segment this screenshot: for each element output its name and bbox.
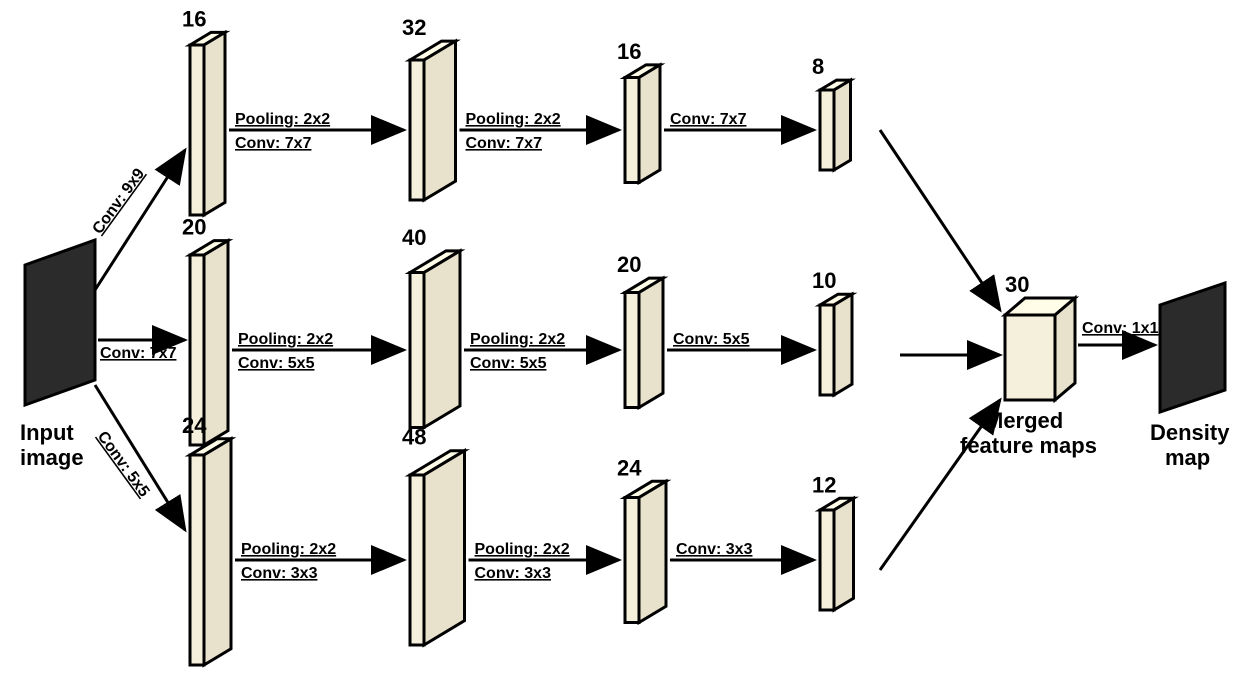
branch-middle-block-3 [820, 294, 852, 395]
init-conv-top-label: Conv: 9x9 [89, 165, 148, 237]
input-label-line1: Input [20, 420, 74, 445]
final-conv-label: Conv: 1x1 [1082, 320, 1159, 337]
branch-top-block-0 [190, 32, 225, 215]
branch-middle-op-1-l2: Conv: 5x5 [238, 355, 315, 372]
branch-bottom-block-0 [190, 439, 231, 665]
branch-middle-op-3-l1: Conv: 5x5 [673, 331, 750, 348]
branch-middle-block-1 [410, 251, 460, 428]
density-label-l1: Density [1150, 420, 1230, 445]
init-conv-mid-label: Conv: 7x7 [100, 345, 177, 362]
architecture-diagram: Input image 16 32 Pooling: 2x2 Conv: 7x7 16 P… [0, 0, 1240, 683]
density-map-block [1160, 283, 1225, 412]
branch-top-op-1-l2: Conv: 7x7 [235, 135, 312, 152]
branch-top-op-2-l2: Conv: 7x7 [466, 135, 543, 152]
branch-middle-op-1-l1: Pooling: 2x2 [238, 331, 333, 348]
branch-middle-block-2 [625, 278, 663, 407]
merged-label-l1: Merged [985, 408, 1063, 433]
merged-channels-label: 30 [1005, 272, 1029, 297]
branch-bottom-block-2 [625, 481, 666, 622]
density-label-l2: map [1165, 445, 1210, 470]
branch-bottom-block-3 [820, 498, 854, 610]
branch-bottom-op-1-l2: Conv: 3x3 [241, 565, 318, 582]
branch-top-block-3-channels: 8 [812, 54, 824, 79]
branch-top-block-1 [410, 41, 456, 200]
branch-top-block-2 [625, 65, 660, 183]
branch-middle-block-2-channels: 20 [617, 252, 641, 277]
branch-bottom-op-2-l1: Pooling: 2x2 [475, 541, 570, 558]
branch-middle-block-0-channels: 20 [182, 215, 206, 240]
branch-bottom-block-1 [410, 451, 465, 645]
merge-arrow-top [880, 130, 1000, 310]
branch-bottom-op-3-l1: Conv: 3x3 [676, 541, 753, 558]
branch-middle-block-3-channels: 10 [812, 268, 836, 293]
branches: 16 32 Pooling: 2x2 Conv: 7x7 16 Pooling: 2x2 C… [182, 6, 854, 665]
branch-top-block-1-channels: 32 [402, 15, 426, 40]
branch-top-op-3-l1: Conv: 7x7 [670, 111, 747, 128]
branch-bottom-op-2-l2: Conv: 3x3 [475, 565, 552, 582]
branch-bottom-block-3-channels: 12 [812, 472, 836, 497]
branch-top-op-2-l1: Pooling: 2x2 [466, 111, 561, 128]
merge-arrow-bot [880, 400, 1000, 570]
merged-label-l2: feature maps [960, 433, 1097, 458]
branch-bottom-block-0-channels: 24 [182, 413, 207, 438]
input-image-block [25, 240, 95, 405]
branch-bottom-block-2-channels: 24 [617, 455, 642, 480]
branch-bottom-op-1-l1: Pooling: 2x2 [241, 541, 336, 558]
merged-feature-maps-block [1005, 298, 1075, 400]
branch-top-block-0-channels: 16 [182, 6, 206, 31]
input-label-line2: image [20, 445, 84, 470]
branch-top-block-2-channels: 16 [617, 39, 641, 64]
branch-top-block-3 [820, 80, 851, 170]
branch-middle-block-1-channels: 40 [402, 225, 426, 250]
branch-middle-op-2-l2: Conv: 5x5 [470, 355, 547, 372]
branch-middle-op-2-l1: Pooling: 2x2 [470, 331, 565, 348]
branch-top-op-1-l1: Pooling: 2x2 [235, 111, 330, 128]
branch-bottom-block-1-channels: 48 [402, 425, 426, 450]
